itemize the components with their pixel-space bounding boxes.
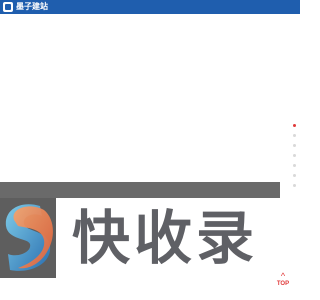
brand[interactable]: 墨子建站 bbox=[3, 2, 48, 12]
hero-logo-text: 快收录 bbox=[72, 204, 259, 272]
section-dot-7[interactable] bbox=[293, 184, 296, 187]
top-navbar: 墨子建站 bbox=[0, 0, 300, 14]
section-dot-6[interactable] bbox=[293, 174, 296, 177]
section-dot-2[interactable] bbox=[293, 134, 296, 137]
section-dot-nav bbox=[293, 124, 297, 194]
brand-name: 墨子建站 bbox=[16, 2, 48, 11]
section-dot-1[interactable] bbox=[293, 124, 296, 127]
s-swirl-logo-icon bbox=[0, 200, 56, 276]
section-dot-4[interactable] bbox=[293, 154, 296, 157]
hero-banner-strip bbox=[0, 182, 280, 198]
section-dot-5[interactable] bbox=[293, 164, 296, 167]
site-logo-icon bbox=[3, 2, 13, 12]
section-dot-3[interactable] bbox=[293, 144, 296, 147]
chevron-up-icon: ^ bbox=[280, 271, 286, 281]
back-to-top-label: TOP bbox=[276, 281, 290, 287]
back-to-top-button[interactable]: ^ TOP bbox=[272, 272, 294, 290]
